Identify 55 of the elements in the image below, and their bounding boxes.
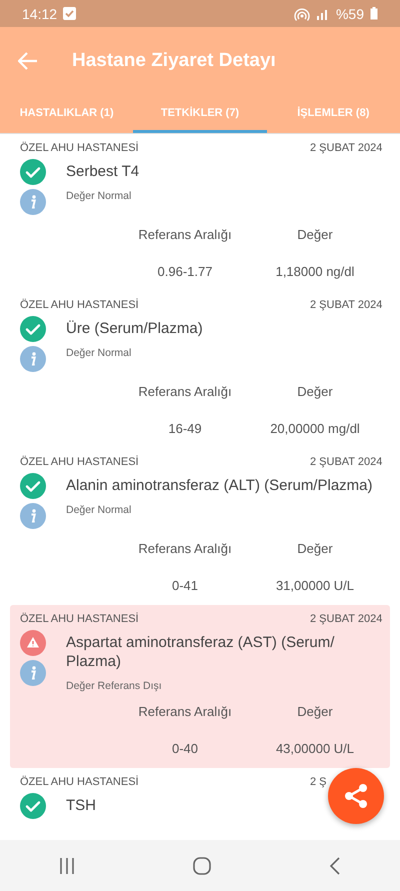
- test-name: Serbest T4: [66, 162, 140, 181]
- test-date: 2 ŞUBAT 2024: [310, 456, 382, 468]
- tab[interactable]: HASTALIKLAR (1): [0, 95, 134, 133]
- test-value: 20,00000 mg/dl: [269, 421, 361, 436]
- battery-percent: %59: [336, 6, 364, 22]
- reference-range: 16-49: [167, 421, 203, 436]
- share-button[interactable]: [328, 768, 384, 824]
- recent-apps-icon[interactable]: [58, 856, 76, 874]
- reference-range: 0-41: [170, 578, 200, 593]
- range-label: Referans Aralığı: [137, 541, 233, 556]
- test-status: Değer Normal: [66, 504, 132, 516]
- notification-icon: [63, 7, 76, 20]
- hospital-name: ÖZEL AHU HASTANESİ: [20, 142, 139, 154]
- range-label: Referans Aralığı: [137, 227, 233, 242]
- check-icon: [20, 793, 46, 819]
- reference-range: 0.96-1.77: [156, 264, 214, 279]
- tab[interactable]: İŞLEMLER (8): [266, 95, 400, 133]
- home-icon[interactable]: [192, 856, 212, 876]
- screen-title: Hastane Ziyaret Detayı: [72, 50, 276, 72]
- value-label: Değer: [296, 227, 334, 242]
- tab[interactable]: TETKİKLER (7): [133, 95, 267, 133]
- value-label: Değer: [296, 541, 334, 556]
- test-name: Üre (Serum/Plazma): [66, 319, 203, 338]
- test-name: Alanin aminotransferaz (ALT) (Serum/Plazma): [66, 476, 372, 495]
- check-icon: [20, 159, 46, 185]
- hospital-name: ÖZEL AHU HASTANESİ: [20, 456, 139, 468]
- check-icon: [20, 473, 46, 499]
- test-date: 2 ŞUBAT 2024: [310, 299, 382, 311]
- signal-icon: [316, 8, 330, 20]
- test-name: TSH: [66, 796, 96, 815]
- hotspot-icon: [294, 6, 310, 20]
- range-label: Referans Aralığı: [137, 704, 233, 719]
- clock: 14:12: [22, 6, 58, 22]
- test-name: Aspartat aminotransferaz (AST) (Serum/ Plazma): [66, 633, 336, 671]
- hospital-name: ÖZEL AHU HASTANESİ: [20, 613, 139, 625]
- back-icon[interactable]: [328, 856, 342, 874]
- value-label: Değer: [296, 704, 334, 719]
- test-date: 2 ŞUBAT 2024: [310, 613, 382, 625]
- check-icon: [20, 316, 46, 342]
- test-status: Değer Referans Dışı: [66, 680, 163, 692]
- reference-range: 0-40: [170, 741, 200, 756]
- test-value: 43,00000 U/L: [274, 741, 356, 756]
- range-label: Referans Aralığı: [137, 384, 233, 399]
- battery-icon: [370, 7, 378, 20]
- hospital-name: ÖZEL AHU HASTANESİ: [20, 776, 139, 788]
- warning-icon: [20, 630, 46, 656]
- test-status: Değer Normal: [66, 347, 132, 359]
- share-icon: [343, 783, 369, 809]
- test-date: 2 ŞUBAT 2024: [310, 142, 382, 154]
- test-status: Değer Normal: [66, 190, 132, 202]
- test-date: 2 Ş: [310, 776, 327, 788]
- test-value: 31,00000 U/L: [274, 578, 356, 593]
- hospital-name: ÖZEL AHU HASTANESİ: [20, 299, 139, 311]
- test-value: 1,18000 ng/dl: [274, 264, 356, 279]
- value-label: Değer: [296, 384, 334, 399]
